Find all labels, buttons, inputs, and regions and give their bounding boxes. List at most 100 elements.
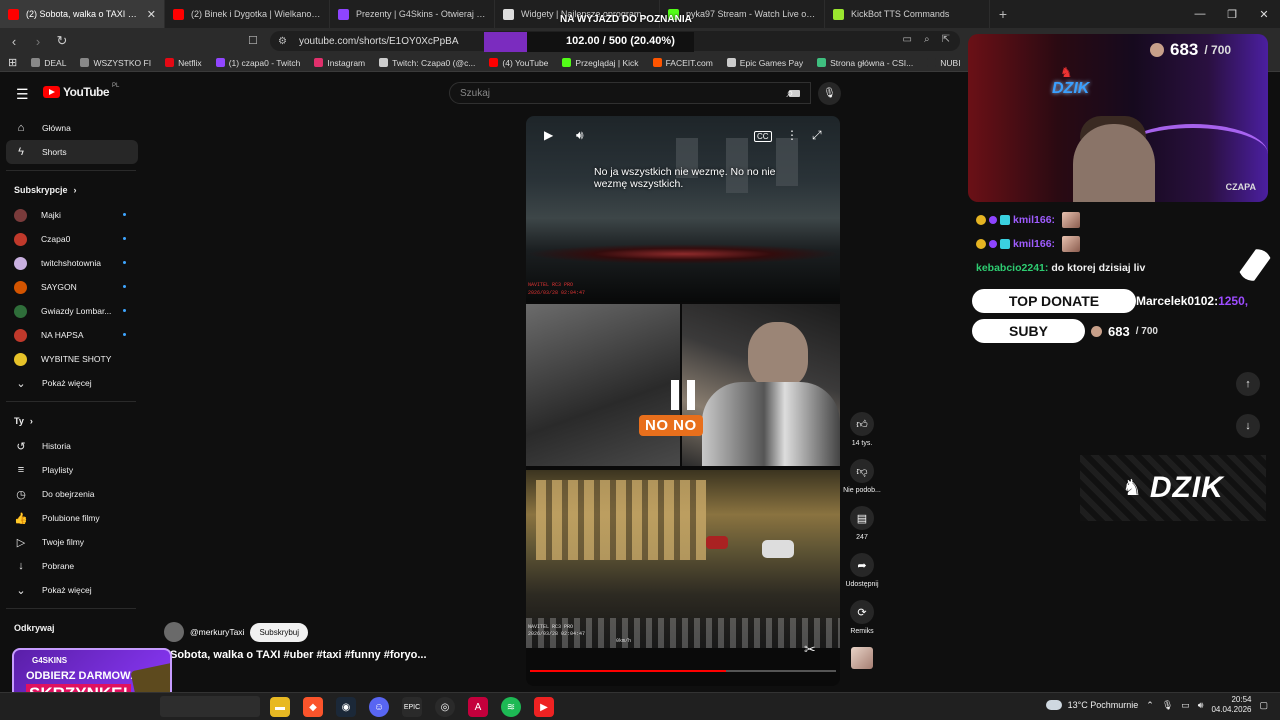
previous-short-button[interactable]: ↑ — [1236, 372, 1260, 396]
epic-games-icon[interactable]: EPIC — [402, 697, 422, 717]
library-item[interactable]: ≡ Playlisty — [6, 458, 138, 482]
comment-icon: ▤ — [850, 506, 874, 530]
bookmark-item[interactable]: Instagram — [314, 58, 365, 68]
spotify-icon[interactable]: ≋ — [501, 697, 521, 717]
channel-name[interactable]: @merkuryTaxi — [190, 627, 244, 637]
comments-button[interactable]: ▤ 247 — [842, 506, 882, 553]
subscription-item[interactable]: SAYGON — [6, 275, 138, 299]
play-icon[interactable]: ▶ — [544, 128, 553, 142]
notifications-icon[interactable]: ▢ — [1259, 700, 1268, 711]
bookmark-label: NUBI — [940, 57, 961, 68]
search-button[interactable]: ⌕ — [772, 82, 808, 104]
bookmark-item[interactable]: (1) czapa0 - Twitch — [215, 58, 300, 68]
library-item[interactable]: ◷ Do obejrzenia — [6, 482, 138, 506]
bookmark-item[interactable]: WSZYSTKO FI — [80, 58, 151, 68]
pause-icon[interactable] — [671, 380, 695, 410]
subscription-item[interactable]: ⌄ Pokaż więcej — [6, 371, 138, 395]
library-item[interactable]: ↓ Pobrane — [6, 554, 138, 578]
bookmark-item[interactable]: FACEIT.com — [652, 58, 713, 68]
brave-browser-icon[interactable]: ◆ — [303, 697, 323, 717]
more-options-icon[interactable]: ⋮ — [786, 128, 798, 142]
reload-icon[interactable]: ↻ — [52, 33, 72, 49]
file-explorer-icon[interactable]: ▬ — [270, 697, 290, 717]
fullscreen-icon[interactable]: ⤢ — [812, 128, 822, 143]
weather-widget[interactable]: 13°C Pochmurnie — [1045, 700, 1138, 710]
library-item[interactable]: ▷ Twoje filmy — [6, 530, 138, 554]
maximize-button[interactable]: ❐ — [1216, 0, 1248, 28]
subscribe-button[interactable]: Subskrybuj — [250, 622, 309, 642]
library-item-icon: ↓ — [18, 560, 24, 572]
media-app-icon[interactable]: ▶ — [534, 697, 554, 717]
tray-overflow-icon[interactable]: ⌃ — [1146, 700, 1154, 711]
search-input[interactable]: Szukaj — [449, 82, 811, 104]
dislike-button[interactable]: 👎︎ Nie podob... — [842, 459, 882, 506]
library-item-label: Twoje filmy — [42, 537, 85, 547]
browser-tab[interactable]: KickBot TTS Commands — [825, 0, 990, 28]
voice-search-button[interactable]: 🎙 — [818, 82, 841, 105]
browser-tab[interactable]: Prezenty | G4Skins - Otwieraj skrzynk — [330, 0, 495, 28]
sidebar-item-gwna[interactable]: ⌂ Główna — [6, 116, 138, 140]
library-item[interactable]: 👍 Polubione filmy — [6, 506, 138, 530]
cast-icon[interactable]: ▭ — [903, 34, 912, 45]
subscription-item[interactable]: Gwiazdy Lombar... — [6, 299, 138, 323]
obs-icon[interactable]: ◎ — [435, 697, 455, 717]
clock[interactable]: 20:54 04.04.2026 — [1211, 695, 1251, 715]
volume-tray-icon[interactable]: 🔊︎ — [1198, 700, 1204, 711]
bookmark-item[interactable]: NUBI — [927, 57, 961, 68]
shorts-player[interactable]: NAVITEL RC3 PRO 2026/03/28 02:04:47 NAVI… — [526, 116, 840, 686]
new-tab-button[interactable]: + — [990, 0, 1016, 28]
sidebar-item-label: Shorts — [42, 147, 67, 157]
browser-tab[interactable]: (2) Sobota, walka o TAXI #uber ✕ — [0, 0, 165, 28]
channel-avatar[interactable] — [164, 622, 184, 642]
discord-icon[interactable]: ☺ — [369, 697, 389, 717]
subscription-item[interactable]: Czapa0 — [6, 227, 138, 251]
minimize-button[interactable]: — — [1184, 0, 1216, 28]
bookmark-item[interactable]: Przeglądaj | Kick — [562, 58, 639, 68]
zoom-icon[interactable]: ⌕ — [924, 34, 930, 45]
sound-thumbnail[interactable] — [842, 647, 882, 694]
subscriptions-header[interactable]: Subskrypcje › — [6, 177, 138, 203]
bookmark-item[interactable]: Netflix — [165, 58, 202, 68]
adobe-icon[interactable]: A — [468, 697, 488, 717]
forward-icon[interactable]: › — [28, 34, 48, 49]
volume-icon[interactable]: 🔊︎ — [576, 128, 584, 143]
tab-favicon-icon — [338, 8, 349, 20]
bookmark-item[interactable]: Strona główna - CSI... — [817, 58, 913, 68]
network-icon[interactable]: ▭ — [1181, 700, 1190, 711]
microphone-tray-icon[interactable]: 🎙 — [1162, 700, 1173, 711]
you-header[interactable]: Ty › — [6, 408, 138, 434]
library-item[interactable]: ↺ Historia — [6, 434, 138, 458]
like-button[interactable]: 👍︎ 14 tys. — [842, 412, 882, 459]
subscription-item[interactable]: WYBITNE SHOTY — [6, 347, 138, 371]
browser-tab[interactable]: (2) Binek i Dygotka | Wielkanocny Ba — [165, 0, 330, 28]
sidebar-item-shorts[interactable]: ϟ Shorts — [6, 140, 138, 164]
bookmark-icon[interactable]: ☐ — [248, 34, 258, 47]
remix-button[interactable]: ⟳ Remiks — [842, 600, 882, 647]
video-title[interactable]: Sobota, walka o TAXI #uber #taxi #funny … — [170, 649, 427, 661]
video-progress-bar[interactable] — [530, 670, 836, 672]
youtube-logo[interactable]: YouTube PL — [43, 83, 119, 99]
close-window-button[interactable]: ✕ — [1248, 0, 1280, 28]
bookmark-item[interactable]: (4) YouTube — [489, 58, 548, 68]
share-icon[interactable]: ⇱ — [942, 34, 950, 45]
subscription-item[interactable]: Majki — [6, 203, 138, 227]
close-tab-icon[interactable]: ✕ — [147, 8, 156, 21]
back-icon[interactable]: ‹ — [4, 34, 24, 49]
share-button[interactable]: ➦ Udostępnij — [842, 553, 882, 600]
next-short-button[interactable]: ↓ — [1236, 414, 1260, 438]
subscription-item[interactable]: twitchshotownia — [6, 251, 138, 275]
site-info-icon[interactable]: ⚙ — [278, 36, 287, 47]
steam-icon[interactable]: ◉ — [336, 697, 356, 717]
tab-title: (2) Sobota, walka o TAXI #uber — [26, 9, 140, 19]
tab-title: (2) Binek i Dygotka | Wielkanocny Ba — [191, 9, 321, 19]
tab-title: Prezenty | G4Skins - Otwieraj skrzynk — [356, 9, 486, 19]
bookmark-item[interactable]: DEAL — [31, 58, 66, 68]
apps-icon[interactable]: ⊞ — [8, 56, 17, 69]
bookmark-item[interactable]: Epic Games Pay — [726, 58, 803, 68]
bookmark-item[interactable]: Twitch: Czapa0 (@c... — [379, 58, 475, 68]
library-item[interactable]: ⌄ Pokaż więcej — [6, 578, 138, 602]
taskbar-search[interactable] — [160, 696, 260, 717]
captions-icon[interactable]: CC — [754, 131, 772, 142]
menu-icon[interactable]: ☰ — [16, 86, 29, 103]
subscription-item[interactable]: NA HAPSA — [6, 323, 138, 347]
